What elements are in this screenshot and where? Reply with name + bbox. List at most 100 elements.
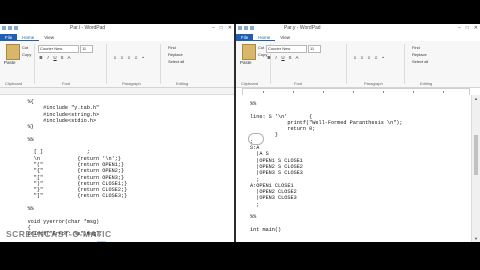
paste-button[interactable]: Paste bbox=[4, 44, 20, 68]
find-button[interactable]: Find bbox=[412, 45, 420, 50]
paste-label: Paste bbox=[4, 60, 16, 65]
save-icon[interactable] bbox=[2, 26, 6, 30]
font-color-icon[interactable]: A bbox=[66, 55, 72, 61]
replace-button[interactable]: Replace bbox=[412, 52, 427, 57]
undo-icon[interactable] bbox=[244, 26, 248, 30]
group-divider bbox=[106, 44, 107, 84]
underline-icon[interactable]: U bbox=[52, 55, 58, 61]
ruler bbox=[0, 88, 234, 95]
group-label-font: Font bbox=[294, 81, 303, 86]
tab-file[interactable]: File bbox=[236, 34, 254, 41]
bullets-icon[interactable]: • bbox=[380, 55, 386, 61]
select-all-button[interactable]: Select all bbox=[412, 59, 428, 64]
recorder-watermark: SCREENCAST-O-MATIC bbox=[6, 229, 112, 239]
paste-label: Paste bbox=[240, 60, 252, 65]
font-color-icon[interactable]: A bbox=[294, 55, 300, 61]
cut-button[interactable]: Cut bbox=[258, 45, 264, 50]
save-icon[interactable] bbox=[238, 26, 242, 30]
replace-button[interactable]: Replace bbox=[168, 52, 183, 57]
group-divider bbox=[346, 44, 347, 84]
group-label-clipboard: Clipboard bbox=[5, 81, 23, 86]
undo-icon[interactable] bbox=[8, 26, 12, 30]
window-controls: – □ ✕ bbox=[212, 25, 232, 31]
group-label-font: Font bbox=[62, 81, 71, 86]
align-center-icon[interactable]: ≡ bbox=[359, 55, 365, 61]
close-icon[interactable]: ✕ bbox=[474, 25, 478, 31]
scroll-up-icon[interactable]: ▲ bbox=[473, 96, 479, 101]
group-label-clipboard: Clipboard bbox=[241, 81, 259, 86]
ruler-tick bbox=[323, 91, 324, 93]
group-label-editing: Editing bbox=[420, 81, 433, 86]
italic-icon[interactable]: I bbox=[45, 55, 51, 61]
redo-icon[interactable] bbox=[14, 26, 18, 30]
quick-access-toolbar[interactable] bbox=[238, 26, 254, 30]
justify-icon[interactable]: ≡ bbox=[373, 55, 379, 61]
clipboard-icon bbox=[242, 44, 256, 60]
ribbon: Paste Cut Copy Clipboard Courier New 11 … bbox=[236, 41, 480, 88]
letterbox-bottom bbox=[0, 242, 480, 270]
group-label-paragraph: Paragraph bbox=[122, 81, 141, 86]
align-left-icon[interactable]: ≡ bbox=[352, 55, 358, 61]
group-label-paragraph: Paragraph bbox=[364, 81, 383, 86]
ruler-tick bbox=[293, 91, 294, 93]
ruler-tick bbox=[413, 91, 414, 93]
vertical-scrollbar[interactable]: ▲ ▼ bbox=[471, 95, 480, 242]
group-divider bbox=[160, 44, 161, 84]
justify-icon[interactable]: ≡ bbox=[133, 55, 139, 61]
close-icon[interactable]: ✕ bbox=[228, 25, 232, 31]
font-size-select[interactable]: 11 bbox=[80, 45, 93, 53]
copy-button[interactable]: Copy bbox=[22, 52, 31, 57]
italic-icon[interactable]: I bbox=[273, 55, 279, 61]
wordpad-window-left: Par.l - WordPad – □ ✕ File Home View Pas… bbox=[0, 24, 234, 242]
document-area[interactable]: %{ #include "y.tab.h" #include<string.h>… bbox=[0, 95, 234, 242]
clipboard-icon bbox=[6, 44, 20, 60]
select-all-button[interactable]: Select all bbox=[168, 59, 184, 64]
quick-access-toolbar[interactable] bbox=[2, 26, 18, 30]
cut-button[interactable]: Cut bbox=[22, 45, 28, 50]
ribbon: Paste Cut Copy Clipboard Courier New 11 … bbox=[0, 41, 234, 88]
document-area[interactable]: %% line: S '\n' { printf("Well-Formed Pa… bbox=[236, 95, 480, 242]
tab-view[interactable]: View bbox=[275, 34, 295, 41]
bullets-icon[interactable]: • bbox=[140, 55, 146, 61]
align-center-icon[interactable]: ≡ bbox=[119, 55, 125, 61]
ribbon-tabs: File Home View bbox=[0, 34, 234, 41]
scroll-down-icon[interactable]: ▼ bbox=[473, 236, 479, 241]
tab-home[interactable]: Home bbox=[17, 34, 40, 41]
group-label-editing: Editing bbox=[176, 81, 189, 86]
align-right-icon[interactable]: ≡ bbox=[126, 55, 132, 61]
tab-view[interactable]: View bbox=[39, 34, 59, 41]
wordpad-window-right: Par.y - WordPad – □ ✕ File Home View Pas… bbox=[236, 24, 480, 242]
paragraph-buttons: ≡ ≡ ≡ ≡ • bbox=[352, 55, 386, 61]
redo-icon[interactable] bbox=[250, 26, 254, 30]
ribbon-tabs: File Home View bbox=[236, 34, 480, 41]
tab-home[interactable]: Home bbox=[253, 34, 276, 41]
group-divider bbox=[404, 44, 405, 84]
yacc-source-code[interactable]: %% line: S '\n' { printf("Well-Formed Pa… bbox=[250, 101, 403, 233]
strikethrough-icon[interactable]: S bbox=[287, 55, 293, 61]
group-divider bbox=[34, 44, 35, 84]
font-size-select[interactable]: 11 bbox=[308, 45, 321, 53]
minimize-icon[interactable]: – bbox=[212, 25, 215, 31]
font-format-buttons: B I U S A bbox=[38, 55, 72, 61]
align-left-icon[interactable]: ≡ bbox=[112, 55, 118, 61]
window-title: Par.y - WordPad bbox=[284, 25, 321, 31]
font-family-select[interactable]: Courier New bbox=[38, 45, 79, 53]
ruler-tick bbox=[383, 91, 384, 93]
window-title: Par.l - WordPad bbox=[70, 25, 106, 31]
paste-button[interactable]: Paste bbox=[240, 44, 256, 68]
font-format-buttons: B I U S A bbox=[266, 55, 300, 61]
align-right-icon[interactable]: ≡ bbox=[366, 55, 372, 61]
letterbox-top bbox=[0, 0, 480, 24]
minimize-icon[interactable]: – bbox=[458, 25, 461, 31]
scrollbar-thumb[interactable] bbox=[474, 135, 478, 175]
bold-icon[interactable]: B bbox=[266, 55, 272, 61]
maximize-icon[interactable]: □ bbox=[220, 25, 223, 31]
maximize-icon[interactable]: □ bbox=[466, 25, 469, 31]
lex-source-code[interactable]: %{ #include "y.tab.h" #include<string.h>… bbox=[12, 99, 128, 238]
find-button[interactable]: Find bbox=[168, 45, 176, 50]
strikethrough-icon[interactable]: S bbox=[59, 55, 65, 61]
underline-icon[interactable]: U bbox=[280, 55, 286, 61]
tab-file[interactable]: File bbox=[0, 34, 18, 41]
bold-icon[interactable]: B bbox=[38, 55, 44, 61]
font-family-select[interactable]: Courier New bbox=[266, 45, 307, 53]
